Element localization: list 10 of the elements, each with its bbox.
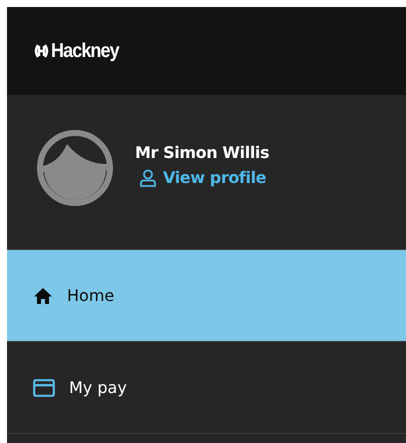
nav-item[interactable]: My pay	[7, 342, 406, 434]
view-profile-link[interactable]: View profile	[139, 168, 270, 187]
person-icon	[139, 168, 157, 186]
user-name: Mr Simon Willis	[135, 143, 270, 162]
logo-icon	[33, 44, 50, 58]
card-icon	[33, 378, 55, 396]
home-icon	[33, 286, 53, 304]
logo-text[interactable]: Hackney	[51, 40, 119, 62]
avatar-icon	[37, 130, 113, 206]
nav-item[interactable]: Home	[7, 250, 406, 342]
